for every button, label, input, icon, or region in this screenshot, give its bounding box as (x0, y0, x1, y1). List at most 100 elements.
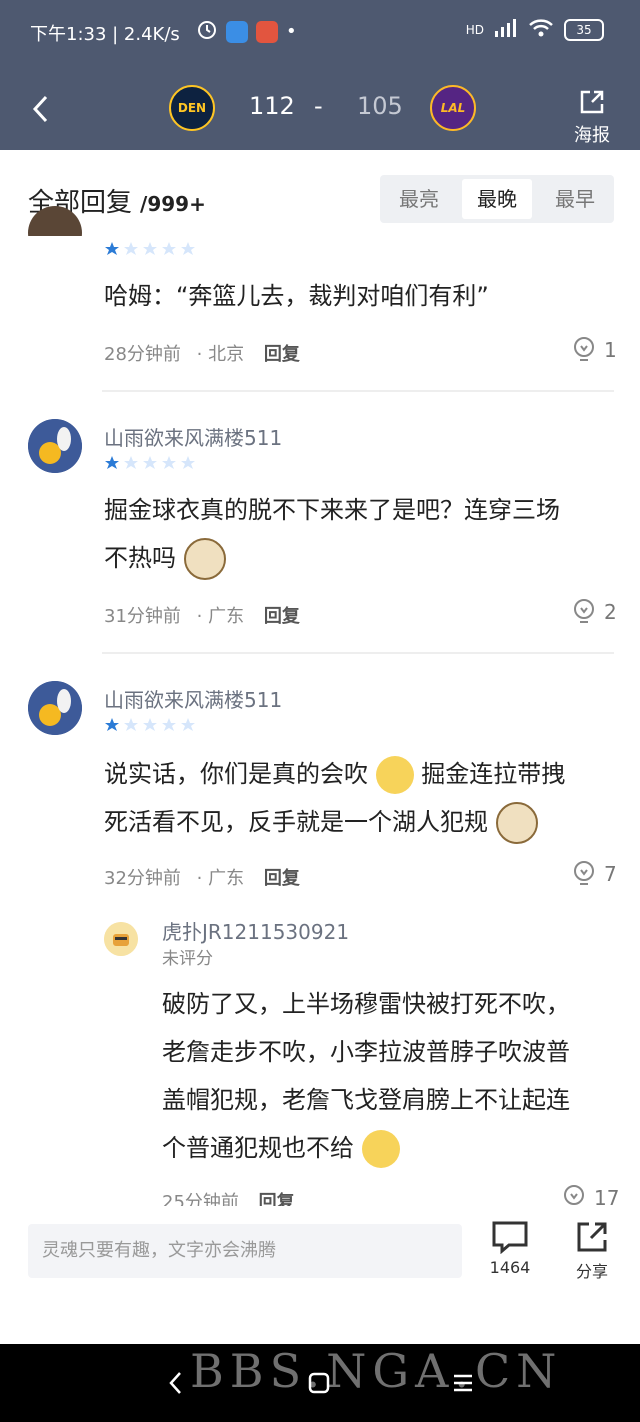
share-label: 分享 (575, 1262, 608, 1281)
reply-count: /999+ (140, 192, 206, 216)
rating-stars (104, 717, 196, 733)
bottom-input-bar: 灵魂只要有趣，文字亦会沸腾 1464 分享 (0, 1206, 640, 1344)
comment-location: · 北京 (196, 344, 245, 365)
sort-tab-brightest[interactable]: 最亮 (384, 179, 454, 219)
system-navbar: BBS.NGA.CN (0, 1344, 640, 1422)
star-icon (143, 242, 157, 255)
comment-time: 28分钟前 (104, 344, 181, 365)
star-icon (162, 718, 176, 731)
username[interactable]: 虎扑JR1211530921 (162, 916, 349, 945)
reply-button[interactable]: 回复 (264, 868, 300, 889)
comment-meta: 32分钟前 · 广东 回复 (104, 864, 300, 890)
comment-input[interactable]: 灵魂只要有趣，文字亦会沸腾 (28, 1224, 462, 1278)
like-button[interactable]: 2 (572, 598, 617, 626)
score-separator: - (314, 92, 323, 120)
wifi-icon (528, 18, 554, 41)
home-score: 112 (249, 92, 295, 120)
share-icon (577, 1222, 607, 1252)
star-icon (162, 242, 176, 255)
comment-bubble-icon (492, 1221, 528, 1255)
nuggets-logo[interactable]: DEN (169, 85, 215, 131)
star-icon (143, 718, 157, 731)
divider (102, 390, 614, 392)
comment-location: · 广东 (196, 606, 245, 627)
star-icon (105, 456, 119, 469)
comment-text: 哈姆：“奔篮儿去，裁判对咱们有利” (104, 282, 489, 310)
comment-count: 1464 (489, 1258, 531, 1277)
nav-home-icon[interactable] (308, 1372, 330, 1398)
comment-meta: 28分钟前 · 北京 回复 (104, 340, 300, 366)
share-icon (578, 90, 606, 121)
smirk-emoji-icon (361, 1130, 400, 1168)
lightbulb-icon (574, 599, 594, 623)
like-count: 7 (604, 862, 617, 886)
hd-label: HD (465, 22, 484, 37)
star-icon (124, 718, 138, 731)
app-notification-icon (226, 20, 248, 43)
rating-label: 未评分 (162, 949, 213, 969)
avatar[interactable] (28, 681, 82, 735)
alarm-icon (196, 18, 218, 45)
star-icon (105, 242, 119, 255)
more-dot-icon: • (286, 21, 297, 42)
battery-level: 35 (576, 22, 592, 37)
husky-emoji-icon (183, 538, 226, 580)
star-icon (105, 718, 119, 731)
star-icon (162, 456, 176, 469)
poster-label: 海报 (574, 125, 610, 146)
signal-icon (494, 19, 518, 40)
app-notification-icon-2 (256, 20, 278, 43)
lakers-logo[interactable]: LAL (430, 85, 476, 131)
username[interactable]: 山雨欲来风满楼511 (104, 422, 282, 451)
rating-stars (104, 455, 196, 471)
avatar[interactable] (28, 419, 82, 473)
divider (102, 652, 614, 654)
lightbulb-icon (574, 337, 594, 361)
star-icon (181, 456, 195, 469)
rating-stars (104, 241, 196, 257)
comment-location: · 广东 (196, 868, 245, 889)
nav-menu-icon[interactable] (452, 1374, 474, 1396)
scroll-mask (0, 236, 640, 262)
laughing-emoji-icon (375, 756, 414, 794)
reply-button[interactable]: 回复 (264, 606, 300, 627)
nav-back-icon[interactable] (168, 1370, 184, 1400)
share-button[interactable]: 分享 (562, 1220, 622, 1282)
status-right: HD 35 (466, 18, 604, 41)
comment-time: 31分钟前 (104, 606, 181, 627)
star-icon (124, 242, 138, 255)
comment-text: 掘金球衣真的脱不下来来了是吧？连穿三场 不热吗 (104, 486, 560, 582)
sort-tabs: 最亮 最晚 最早 (380, 175, 614, 223)
back-icon[interactable] (30, 94, 52, 124)
status-bar: 下午1:33 | 2.4K/s • HD 35 (0, 0, 640, 62)
sort-tab-earliest[interactable]: 最早 (540, 179, 610, 219)
like-count: 1 (604, 338, 617, 362)
sort-tab-latest[interactable]: 最晚 (462, 179, 532, 219)
poster-button[interactable]: 海报 (572, 88, 612, 147)
username[interactable]: 山雨欲来风满楼511 (104, 684, 282, 713)
nested-reply-text: 破防了又，上半场穆雷快被打死不吹， 老詹走步不吹，小李拉波普脖子吹波普 盖帽犯规… (162, 980, 570, 1172)
like-button[interactable]: 1 (572, 336, 617, 364)
comment-text: 说实话，你们是真的会吹 掘金连拉带拽 死活看不见，反手就是一个湖人犯规 (104, 750, 565, 846)
top-header: 下午1:33 | 2.4K/s • HD 35 DEN 112 - 105 LA… (0, 0, 640, 150)
star-icon (181, 242, 195, 255)
away-score: 105 (357, 92, 403, 120)
battery-icon: 35 (564, 18, 604, 41)
star-icon (181, 718, 195, 731)
comment-meta: 31分钟前 · 广东 回复 (104, 602, 300, 628)
star-icon (124, 456, 138, 469)
reply-header: 全部回复/999+ 最亮 最晚 最早 (0, 150, 640, 236)
star-icon (143, 456, 157, 469)
like-count: 2 (604, 600, 617, 624)
status-time: 下午1:33 | 2.4K/s (30, 24, 180, 45)
husky-emoji-icon (495, 802, 538, 844)
watermark: BBS.NGA.CN (190, 1344, 563, 1398)
reply-button[interactable]: 回复 (264, 344, 300, 365)
comment-time: 32分钟前 (104, 868, 181, 889)
avatar[interactable] (104, 922, 138, 956)
score-row: DEN 112 - 105 LAL 海报 (0, 80, 640, 146)
lightbulb-icon (574, 861, 594, 885)
status-app-icons: • (196, 18, 297, 45)
comments-button[interactable]: 1464 (480, 1220, 540, 1277)
like-button[interactable]: 7 (572, 860, 617, 888)
